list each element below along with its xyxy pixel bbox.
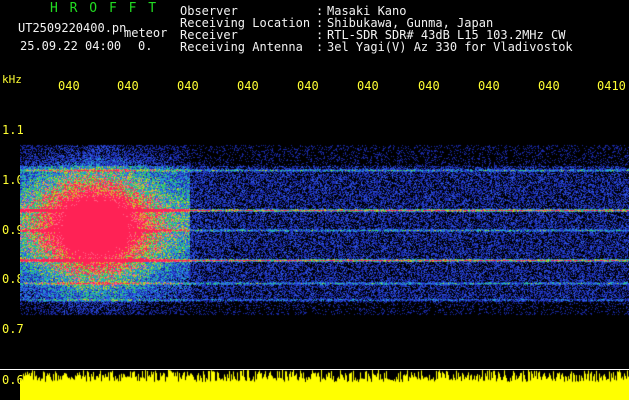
- amplitude-bar: [20, 370, 629, 400]
- time-label: 040: [117, 79, 139, 93]
- time-label: 040: [297, 79, 319, 93]
- info-antenna-value: 3el Yagi(V) Az 330 for Vladivostok: [327, 40, 573, 54]
- time-label: 040: [237, 79, 259, 93]
- time-label: 040: [357, 79, 379, 93]
- hrofft-logo: H R O F F T: [50, 1, 159, 16]
- info-antenna-sep: :: [316, 40, 324, 54]
- filename-label: UT2509220400.pn: [18, 21, 127, 35]
- time-label: 0410: [597, 79, 626, 93]
- time-label: 040: [177, 79, 199, 93]
- spectrogram-canvas: [20, 100, 629, 400]
- count-label: 0.: [138, 39, 153, 53]
- filename-suffix: meteor: [124, 26, 168, 40]
- time-label: 040: [538, 79, 560, 93]
- time-label: 040: [478, 79, 500, 93]
- time-label: 040: [58, 79, 80, 93]
- time-label: 040: [418, 79, 440, 93]
- info-antenna-label: Receiving Antenna: [180, 40, 303, 54]
- date-time-label: 25.09.22 04:00: [20, 39, 122, 53]
- unit-label: kHz: [2, 73, 22, 86]
